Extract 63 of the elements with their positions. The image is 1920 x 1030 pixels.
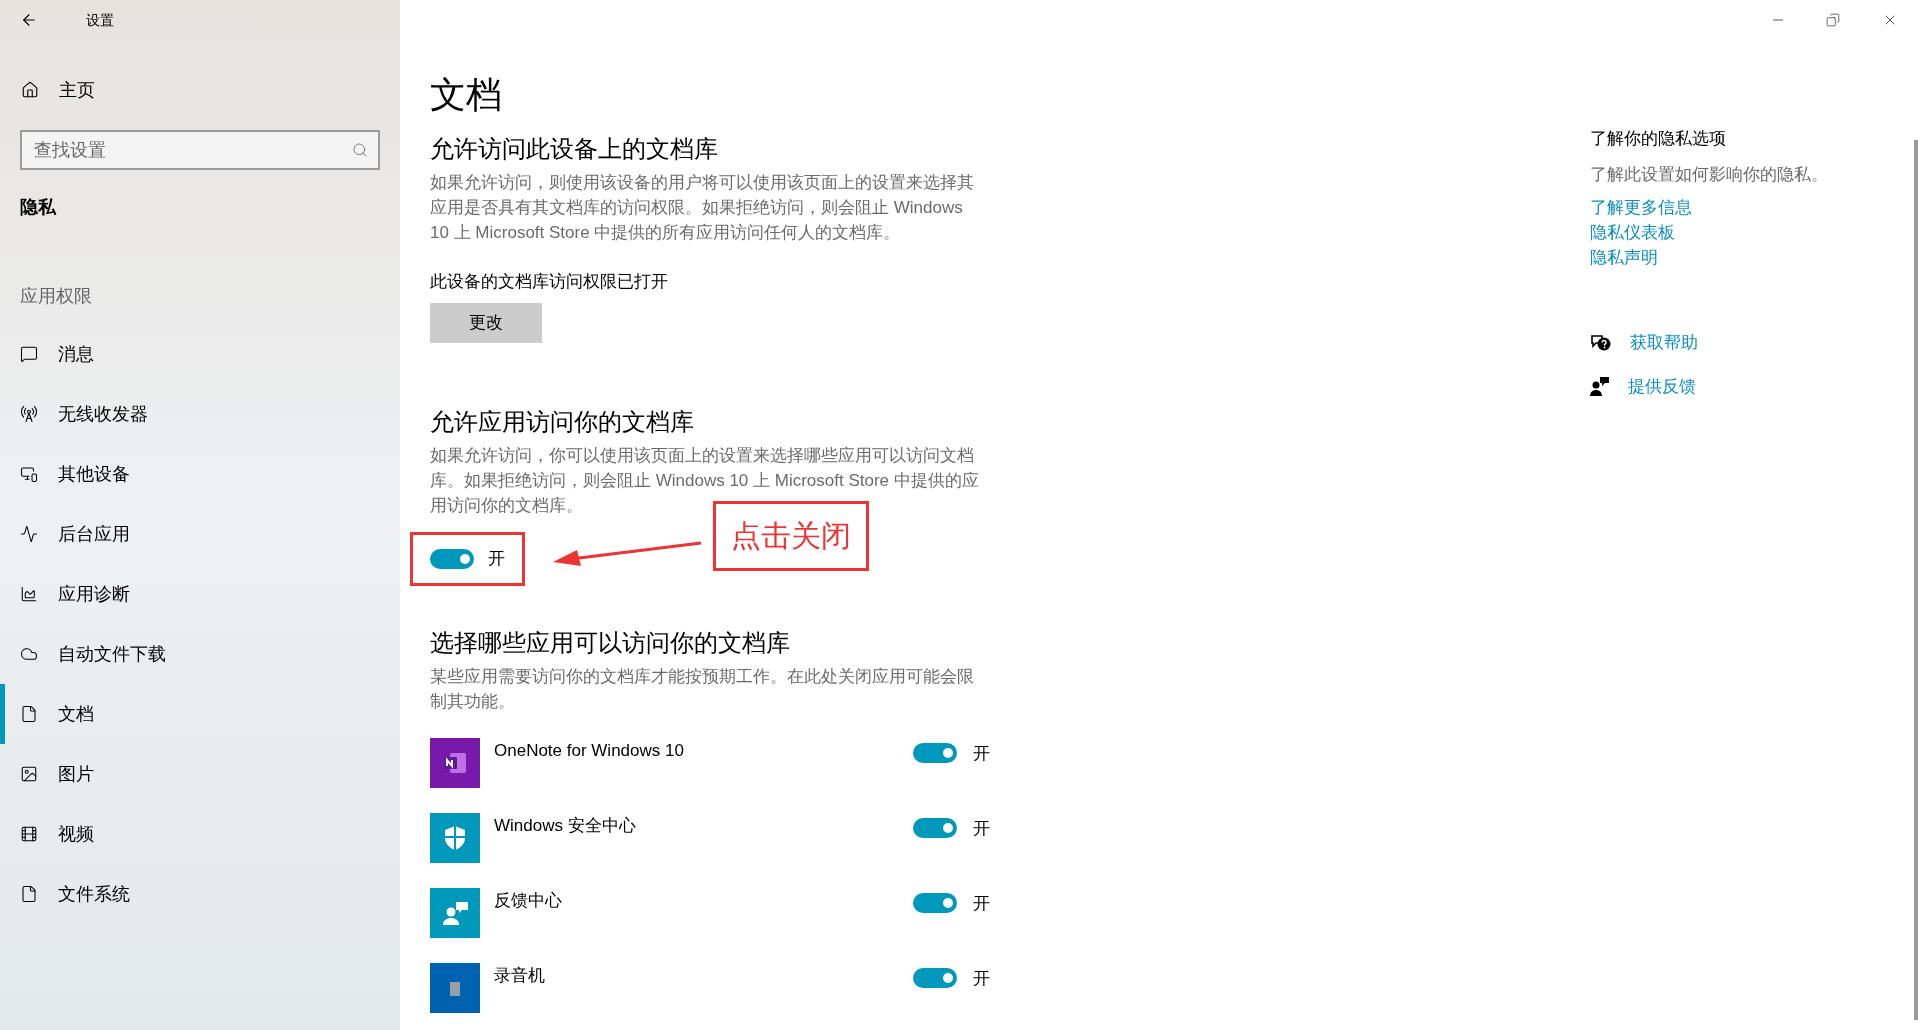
nav-item[interactable]: 自动文件下载 (0, 624, 400, 684)
change-button[interactable]: 更改 (430, 302, 542, 343)
devices-icon (20, 465, 38, 483)
document-icon (20, 885, 38, 903)
toggle-switch[interactable] (430, 548, 474, 569)
privacy-link[interactable]: 隐私声明 (1590, 245, 1658, 270)
home-icon[interactable] (21, 81, 39, 99)
back-icon[interactable] (20, 11, 38, 29)
nav-item[interactable]: 后台应用 (0, 504, 400, 564)
app-name: Windows 安全中心 (494, 814, 637, 837)
section-description: 如果允许访问，则使用该设备的用户将可以使用该页面上的设置来选择其应用是否具有其文档库的访问权限。如果拒绝访问，则会阻止 Windows 10 上 Microsoft Store 中提供的所有应用访问任何人的文档库。 (430, 172, 975, 244)
toggle-label: 开 (973, 892, 990, 915)
pulse-chart-icon (20, 525, 38, 543)
film-icon (20, 825, 38, 843)
area-chart-icon (20, 585, 38, 603)
app-name: 录音机 (494, 964, 546, 987)
app-name: 反馈中心 (494, 889, 563, 912)
nav-item[interactable]: 文档 (0, 684, 400, 744)
search-icon[interactable] (352, 142, 368, 158)
section-description: 某些应用需要访问你的文档库才能按预期工作。在此处关闭应用可能会限制其功能。 (430, 665, 975, 713)
antenna-icon (20, 405, 38, 423)
toggle-switch[interactable] (913, 743, 957, 764)
section-heading: 允许访问此设备上的文档库 (430, 134, 719, 164)
restore-icon[interactable] (1826, 13, 1840, 27)
toggle-label: 开 (973, 817, 990, 840)
nav-item[interactable]: 其他设备 (0, 444, 400, 504)
status-text: 此设备的文档库访问权限已打开 (430, 271, 669, 293)
nav-item[interactable]: 视频 (0, 804, 400, 864)
category-title: 隐私 (19, 196, 58, 219)
help-link[interactable]: 获取帮助 (1630, 330, 1698, 356)
annotation-callout: 点击关闭 (713, 500, 869, 571)
nav-item[interactable]: 文件系统 (0, 864, 400, 924)
page-title: 文档 (430, 73, 503, 117)
image-icon (20, 765, 38, 783)
toggle-label: 开 (973, 967, 990, 990)
privacy-link[interactable]: 隐私仪表板 (1590, 220, 1675, 245)
privacy-link[interactable]: 了解更多信息 (1590, 195, 1692, 220)
section-heading: 允许应用访问你的文档库 (430, 406, 695, 437)
search-field[interactable]: 查找设置 (20, 130, 380, 170)
shield-icon (442, 823, 468, 852)
toggle-switch[interactable] (913, 818, 957, 839)
section-heading: 选择哪些应用可以访问你的文档库 (430, 627, 791, 658)
app-name: OneNote for Windows 10 (494, 739, 685, 762)
nav-item[interactable]: 消息 (0, 324, 400, 384)
person-speech-icon (1590, 376, 1610, 397)
help-chat-icon (1590, 332, 1612, 353)
nav-item[interactable]: 无线收发器 (0, 384, 400, 444)
toggle-label: 开 (488, 547, 505, 570)
person-speech-icon (441, 899, 469, 926)
nav-item[interactable]: 图片 (0, 744, 400, 804)
message-icon (20, 345, 38, 363)
help-link[interactable]: 提供反馈 (1628, 373, 1696, 399)
aside-description: 了解此设置如何影响你的隐私。 (1590, 163, 1829, 186)
home-link[interactable]: 主页 (59, 76, 95, 104)
document-icon (20, 705, 38, 723)
window-title: 设置 (86, 10, 114, 30)
aside-heading: 了解你的隐私选项 (1590, 128, 1727, 150)
cloud-icon (20, 645, 38, 663)
toggle-label: 开 (973, 742, 990, 765)
toggle-switch[interactable] (913, 893, 957, 914)
section-label: 应用权限 (19, 285, 93, 308)
toggle-switch[interactable] (913, 968, 957, 989)
nav-item[interactable]: 应用诊断 (0, 564, 400, 624)
